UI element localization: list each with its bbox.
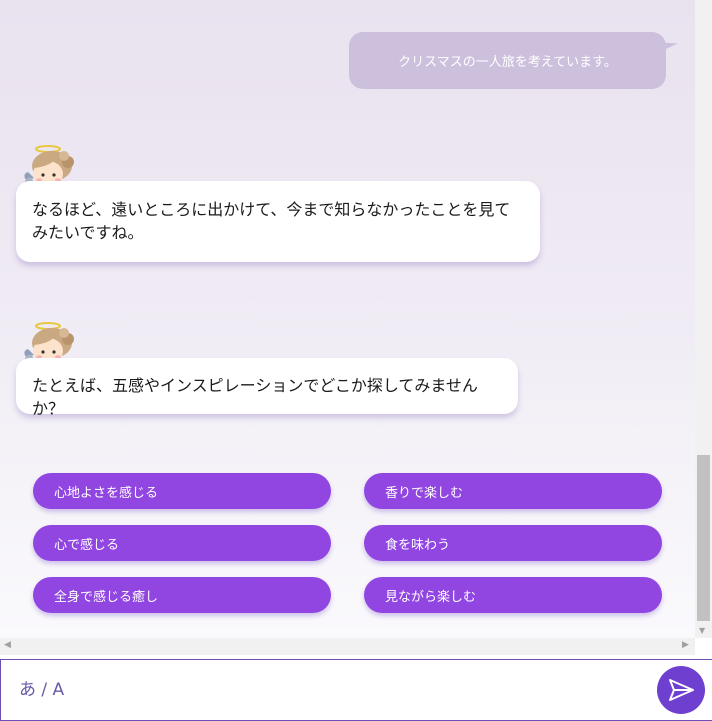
send-paper-plane-icon — [669, 679, 694, 701]
horizontal-scrollbar[interactable]: ◀ ▶ — [0, 638, 695, 655]
option-label: 見ながら楽しむ — [385, 589, 477, 605]
option-label: 全身で感じる癒し — [54, 589, 159, 605]
option-button-scent[interactable]: 香りで楽しむ — [364, 473, 662, 509]
chat-area: クリスマスの一人旅を考えています。 なるほど、遠いところに出かけて、今まで知らな… — [0, 0, 695, 638]
bot-message-text: なるほど、遠いところに出かけて、今まで知らなかったことを見てみたいですね。 — [32, 200, 511, 242]
scrollbar-corner — [695, 638, 712, 655]
option-label: 心地よさを感じる — [54, 485, 159, 501]
option-button-heart[interactable]: 心で感じる — [33, 525, 331, 561]
option-button-comfort[interactable]: 心地よさを感じる — [33, 473, 331, 509]
option-label: 食を味わう — [385, 537, 451, 553]
option-button-healing[interactable]: 全身で感じる癒し — [33, 577, 331, 613]
bot-message-text: たとえば、五感やインスピレーションでどこか探してみませんか？ — [32, 376, 478, 418]
bot-message-bubble: なるほど、遠いところに出かけて、今まで知らなかったことを見てみたいですね。 — [16, 181, 540, 262]
scroll-right-arrow-icon[interactable]: ▶ — [682, 640, 689, 650]
option-label: 心で感じる — [54, 537, 120, 553]
option-button-food[interactable]: 食を味わう — [364, 525, 662, 561]
option-button-watching[interactable]: 見ながら楽しむ — [364, 577, 662, 613]
bot-message-bubble: たとえば、五感やインスピレーションでどこか探してみませんか？ — [16, 358, 518, 418]
message-input[interactable] — [2, 661, 642, 719]
option-label: 香りで楽しむ — [385, 485, 464, 501]
scroll-down-arrow-icon[interactable]: ▼ — [699, 626, 705, 635]
user-message-bubble: クリスマスの一人旅を考えています。 — [349, 32, 666, 89]
send-button[interactable] — [657, 666, 705, 714]
scroll-left-arrow-icon[interactable]: ◀ — [4, 640, 11, 650]
scrollbar-thumb[interactable] — [697, 455, 710, 621]
message-input-bar — [0, 659, 712, 721]
user-message-text: クリスマスの一人旅を考えています。 — [398, 55, 617, 70]
vertical-scrollbar[interactable]: ▼ — [695, 0, 712, 638]
